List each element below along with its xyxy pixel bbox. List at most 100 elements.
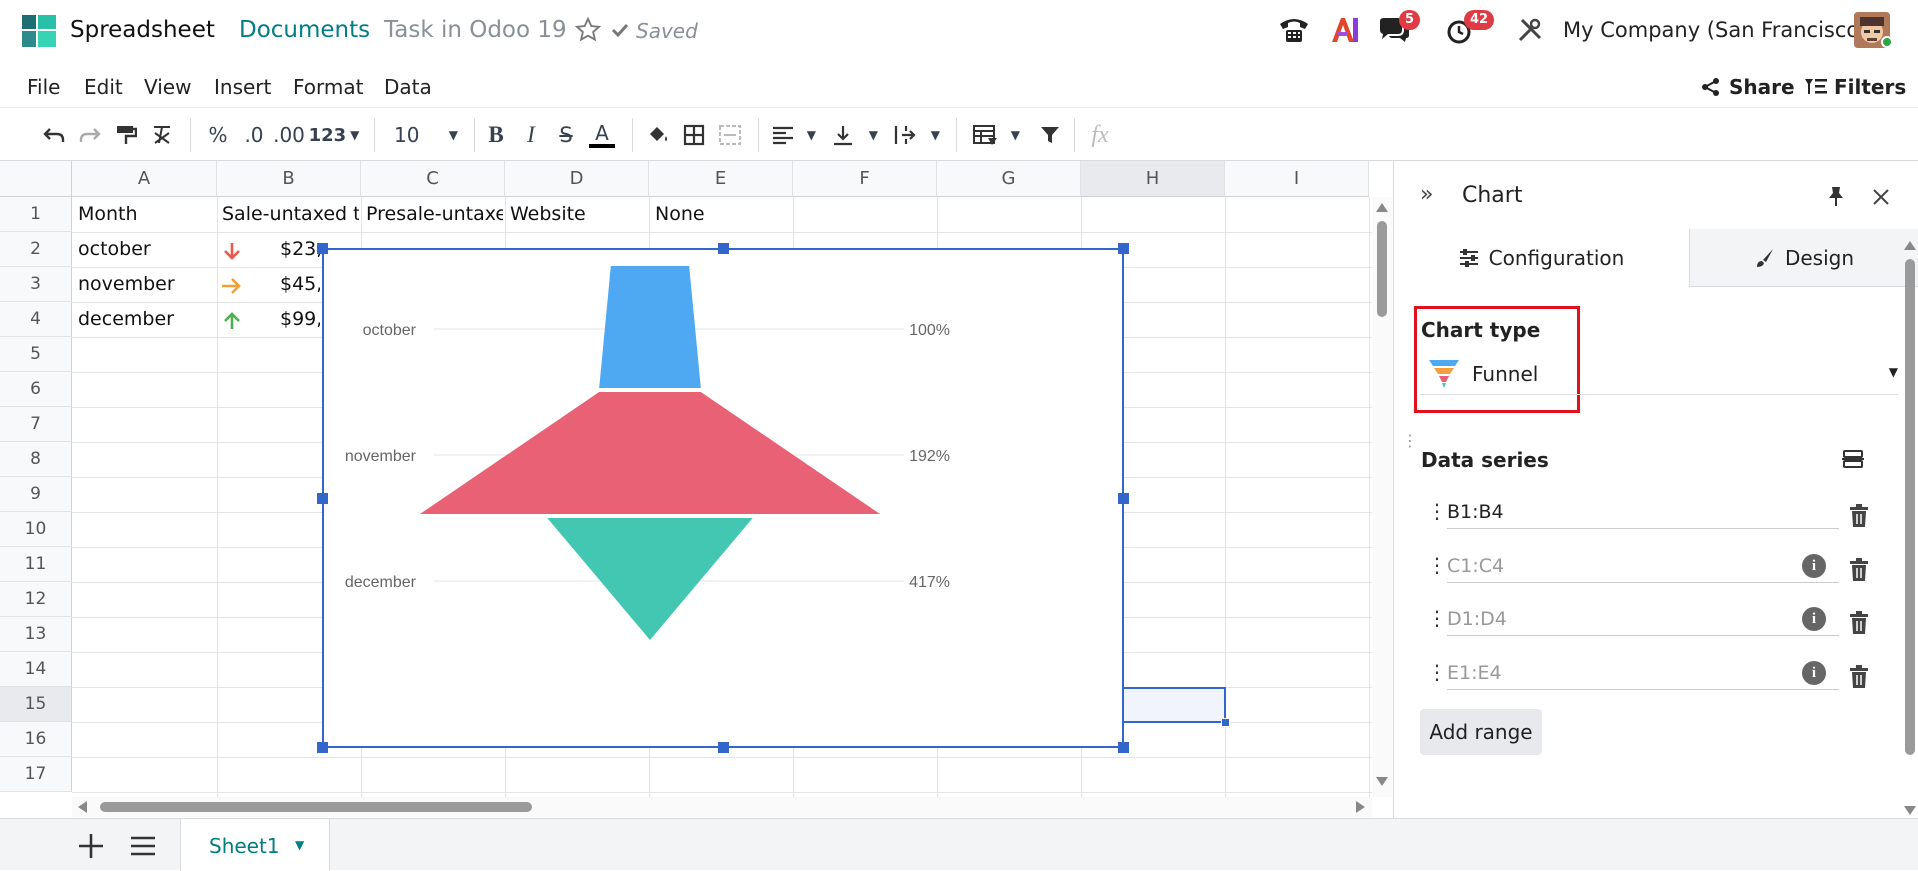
delete-range-icon[interactable] (1848, 558, 1870, 587)
cell-e1[interactable]: None (655, 197, 792, 232)
scroll-left-arrow-icon[interactable] (78, 801, 87, 813)
column-header-e[interactable]: E (649, 161, 793, 197)
fill-color-icon[interactable] (644, 119, 672, 151)
merge-cells-icon[interactable] (716, 119, 744, 151)
resize-handle[interactable] (317, 493, 328, 504)
resize-handle[interactable] (718, 243, 729, 254)
filters-button[interactable]: Filters (1834, 75, 1906, 99)
decrease-decimal-button[interactable]: .0 (240, 119, 268, 151)
spreadsheet-app-icon[interactable] (22, 15, 56, 47)
resize-handle[interactable] (317, 742, 328, 753)
more-formats-button[interactable]: 123 ▼ (308, 119, 360, 151)
resize-handle[interactable] (317, 243, 328, 254)
vertical-align-button[interactable]: ▼ (832, 119, 878, 151)
range-input-2[interactable]: C1:C4 (1447, 549, 1839, 583)
table-format-button[interactable]: ▼ (972, 119, 1020, 151)
cell-b1[interactable]: Sale-untaxed to (222, 197, 359, 232)
menu-view[interactable]: View (144, 75, 191, 99)
pin-icon[interactable] (1826, 185, 1846, 212)
row-header-15[interactable]: 15 (0, 687, 72, 722)
range-drag-handle-icon[interactable]: ⋮ (1427, 553, 1447, 577)
close-icon[interactable] (1872, 187, 1890, 211)
clear-format-icon[interactable] (148, 119, 176, 151)
resize-handle[interactable] (718, 742, 729, 753)
selection-fill-handle[interactable] (1221, 718, 1230, 727)
range-input-4[interactable]: E1:E4 (1447, 656, 1839, 690)
scroll-up-arrow-icon[interactable] (1904, 241, 1916, 250)
add-range-button[interactable]: Add range (1420, 709, 1542, 755)
range-drag-handle-icon[interactable]: ⋮ (1427, 660, 1447, 684)
sheet-tab-sheet1[interactable]: Sheet1 ▼ (180, 819, 330, 871)
info-icon[interactable]: i (1802, 661, 1826, 685)
row-header-3[interactable]: 3 (0, 267, 72, 302)
info-icon[interactable]: i (1802, 607, 1826, 631)
column-header-i[interactable]: I (1225, 161, 1369, 197)
phone-icon[interactable] (1278, 15, 1310, 50)
document-title[interactable]: Task in Odoo 19 (384, 17, 567, 43)
cell-c1[interactable]: Presale-untaxed (366, 197, 503, 232)
row-header-14[interactable]: 14 (0, 652, 72, 687)
spreadsheet-grid[interactable]: A B C D E F G H I 1 2 3 4 5 6 7 8 9 10 1… (0, 161, 1392, 818)
scroll-down-arrow-icon[interactable] (1376, 777, 1388, 786)
info-icon[interactable]: i (1802, 554, 1826, 578)
menu-insert[interactable]: Insert (214, 75, 271, 99)
resize-handle[interactable] (1118, 742, 1129, 753)
vertical-scroll-thumb[interactable] (1377, 221, 1387, 317)
scroll-down-arrow-icon[interactable] (1904, 806, 1916, 815)
paint-format-icon[interactable] (112, 119, 140, 151)
drag-handle-icon[interactable]: ⋮ (1402, 433, 1418, 449)
funnel-segment-december[interactable] (547, 518, 753, 640)
share-button[interactable]: Share (1729, 75, 1795, 99)
chevron-down-icon[interactable]: ▼ (295, 838, 304, 852)
stacked-layers-icon[interactable] (1841, 447, 1865, 476)
cell-b3[interactable]: $45, (280, 267, 320, 302)
menu-edit[interactable]: Edit (84, 75, 123, 99)
format-percent-button[interactable]: % (204, 119, 232, 151)
borders-icon[interactable] (680, 119, 708, 151)
row-header-8[interactable]: 8 (0, 442, 72, 477)
filters-icon[interactable] (1804, 77, 1828, 102)
row-header-7[interactable]: 7 (0, 407, 72, 442)
select-all-corner[interactable] (0, 161, 72, 197)
row-header-2[interactable]: 2 (0, 232, 72, 267)
increase-decimal-button[interactable]: .00 (272, 119, 306, 151)
cell-a4[interactable]: december (78, 302, 215, 337)
row-header-12[interactable]: 12 (0, 582, 72, 617)
horizontal-scrollbar[interactable] (72, 797, 1372, 817)
resize-handle[interactable] (1118, 493, 1129, 504)
undo-icon[interactable] (40, 119, 68, 151)
tab-configuration[interactable]: Configuration (1394, 229, 1690, 287)
collapse-panel-icon[interactable]: » (1420, 182, 1433, 207)
row-header-16[interactable]: 16 (0, 722, 72, 757)
italic-button[interactable]: I (517, 119, 545, 151)
share-icon[interactable] (1701, 77, 1721, 102)
text-color-button[interactable]: A (587, 119, 617, 151)
row-header-5[interactable]: 5 (0, 337, 72, 372)
filter-icon[interactable] (1036, 119, 1064, 151)
row-header-13[interactable]: 13 (0, 617, 72, 652)
delete-range-icon[interactable] (1848, 611, 1870, 640)
text-wrapping-button[interactable]: ▼ (894, 119, 940, 151)
side-panel-scrollbar[interactable] (1900, 241, 1918, 818)
cell-d1[interactable]: Website (510, 197, 647, 232)
menu-data[interactable]: Data (384, 75, 432, 99)
horizontal-align-button[interactable]: ▼ (772, 119, 816, 151)
range-drag-handle-icon[interactable]: ⋮ (1427, 606, 1447, 630)
column-header-h[interactable]: H (1081, 161, 1225, 197)
ai-icon[interactable] (1330, 16, 1360, 49)
row-header-1[interactable]: 1 (0, 197, 72, 232)
horizontal-scroll-thumb[interactable] (100, 802, 532, 812)
side-panel-scroll-thumb[interactable] (1905, 259, 1915, 755)
favorite-star-icon[interactable] (574, 16, 602, 49)
redo-icon[interactable] (76, 119, 104, 151)
font-size-select[interactable]: 10 ▼ (394, 119, 458, 151)
row-header-6[interactable]: 6 (0, 372, 72, 407)
range-input-3[interactable]: D1:D4 (1447, 602, 1839, 636)
cell-b2[interactable]: $23, (280, 232, 320, 267)
delete-range-icon[interactable] (1848, 665, 1870, 694)
funnel-segment-november[interactable] (420, 392, 880, 514)
range-input-1[interactable]: B1:B4 (1447, 495, 1839, 529)
column-header-f[interactable]: F (793, 161, 937, 197)
bold-button[interactable]: B (482, 119, 510, 151)
company-switcher[interactable]: My Company (San Francisco) (1563, 18, 1867, 42)
